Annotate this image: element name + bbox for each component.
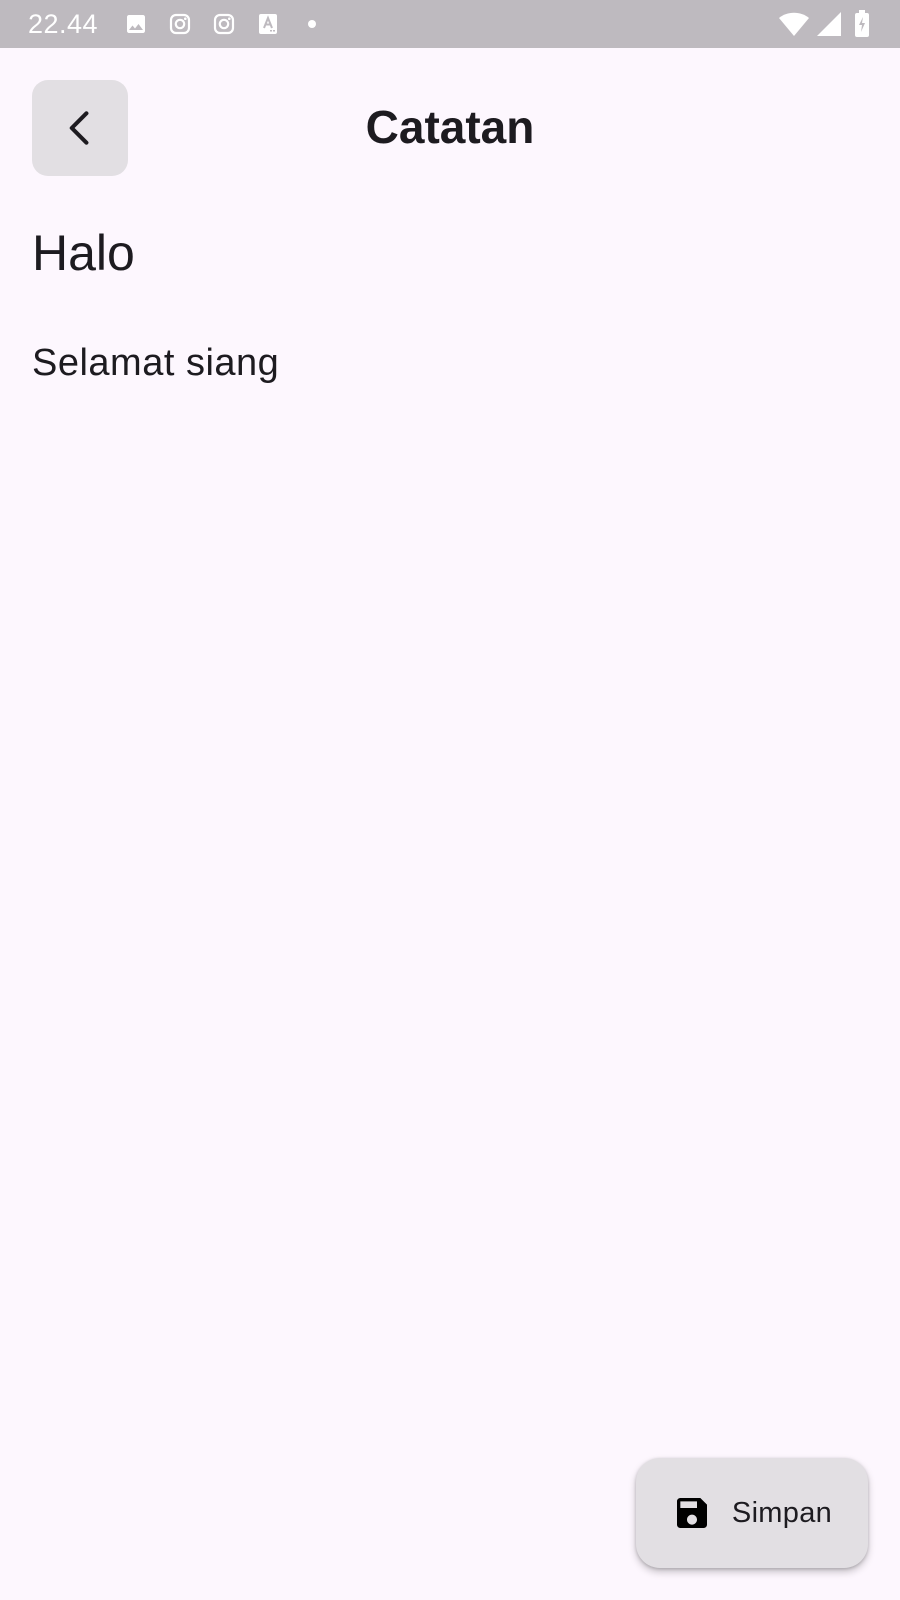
status-time: 22.44 — [28, 9, 99, 39]
status-bar: 22.44 — [0, 0, 900, 48]
signal-icon — [816, 11, 842, 37]
image-icon — [124, 12, 148, 36]
note-title-field[interactable]: Halo — [32, 222, 852, 284]
save-icon — [672, 1493, 712, 1533]
dot-icon — [300, 12, 324, 36]
app-bar: Catatan — [0, 48, 900, 208]
instagram-icon — [168, 12, 192, 36]
save-button-label: Simpan — [731, 1496, 833, 1529]
wifi-icon — [778, 10, 810, 38]
save-button[interactable]: Simpan — [636, 1458, 868, 1568]
page-title: Catatan — [365, 101, 535, 153]
note-body-field[interactable]: Selamat siang — [32, 336, 852, 390]
instagram-icon — [212, 12, 236, 36]
battery-icon — [854, 10, 870, 38]
font-icon — [256, 12, 280, 36]
